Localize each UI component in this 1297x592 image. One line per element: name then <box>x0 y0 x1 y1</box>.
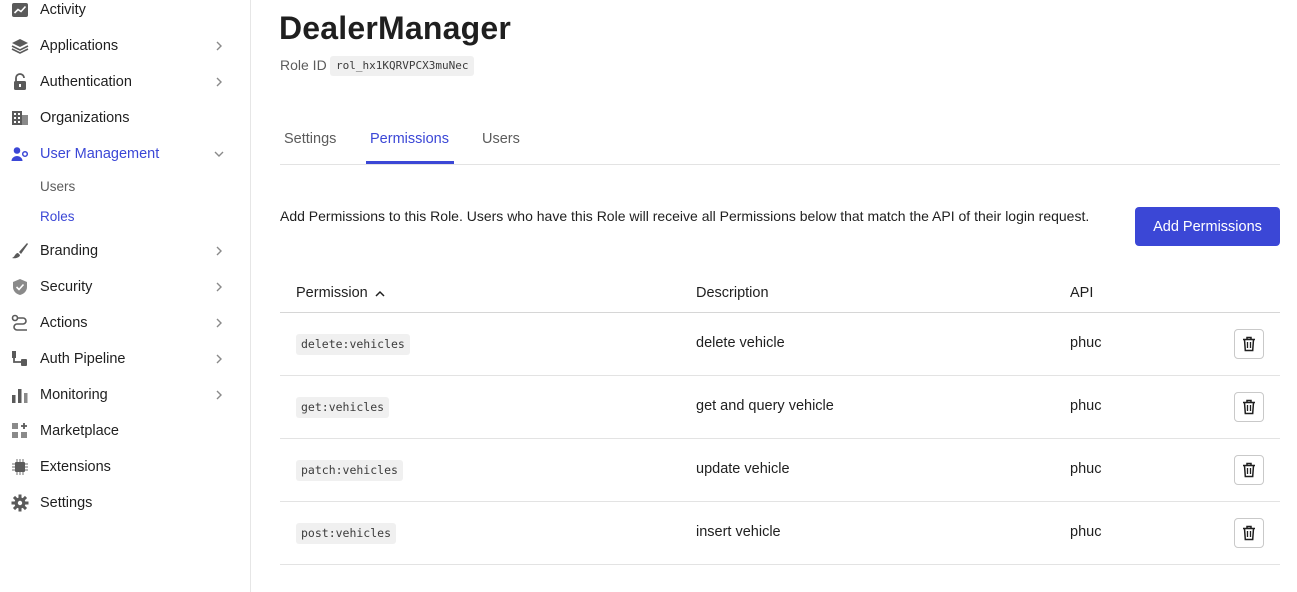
permission-description: delete vehicle <box>696 335 785 351</box>
gear-icon <box>11 494 29 512</box>
chevron-right-icon <box>212 280 226 294</box>
sidebar-item-authentication[interactable]: Authentication <box>0 64 250 100</box>
delete-permission-button[interactable] <box>1234 392 1264 422</box>
sidebar-item-applications[interactable]: Applications <box>0 28 250 64</box>
sidebar-item-activity[interactable]: Activity <box>0 0 250 28</box>
column-header-permission[interactable]: Permission <box>296 285 368 301</box>
chevron-right-icon <box>212 244 226 258</box>
tab-settings[interactable]: Settings <box>284 131 336 147</box>
lock-icon <box>11 73 29 91</box>
sidebar-item-label: Authentication <box>40 74 132 90</box>
sidebar-item-marketplace[interactable]: Marketplace <box>0 413 250 449</box>
sidebar-item-label: User Management <box>40 146 160 162</box>
chip-icon <box>11 458 29 476</box>
brush-icon <box>11 242 29 260</box>
sidebar-item-label: Monitoring <box>40 387 108 403</box>
column-header-description: Description <box>696 285 769 301</box>
sidebar-item-label: Security <box>40 279 93 295</box>
chevron-right-icon <box>212 316 226 330</box>
active-tab-indicator <box>366 161 454 164</box>
sidebar-item-label: Marketplace <box>40 423 119 439</box>
permission-api: phuc <box>1070 461 1102 477</box>
permission-api: phuc <box>1070 398 1102 414</box>
sidebar-item-label: Activity <box>40 2 86 18</box>
column-header-api: API <box>1070 285 1094 301</box>
table-header: Permission Description API <box>280 274 1280 313</box>
chevron-right-icon <box>212 75 226 89</box>
sidebar-item-user-management[interactable]: User Management <box>0 136 250 172</box>
chevron-down-icon <box>212 147 226 161</box>
permission-description: insert vehicle <box>696 524 781 540</box>
permission-name: get:vehicles <box>296 397 390 418</box>
permission-name: delete:vehicles <box>296 334 410 355</box>
sidebar-item-label: Organizations <box>40 110 130 126</box>
tab-users[interactable]: Users <box>482 131 520 147</box>
trash-icon <box>1243 462 1255 478</box>
trash-icon <box>1243 525 1255 541</box>
sidebar-item-organizations[interactable]: Organizations <box>0 100 250 136</box>
activity-icon <box>11 1 29 19</box>
pipeline-icon <box>11 350 29 368</box>
role-id-label: Role ID <box>280 57 327 73</box>
actions-flow-icon <box>11 314 29 332</box>
chevron-right-icon <box>212 388 226 402</box>
add-permissions-button[interactable]: Add Permissions <box>1135 207 1280 246</box>
marketplace-icon <box>11 422 29 440</box>
layers-icon <box>11 37 29 55</box>
delete-permission-button[interactable] <box>1234 329 1264 359</box>
sidebar-item-actions[interactable]: Actions <box>0 305 250 341</box>
sidebar-item-label: Branding <box>40 243 99 259</box>
sidebar-item-label: Auth Pipeline <box>40 351 126 367</box>
sidebar-item-label: Actions <box>40 315 88 331</box>
sidebar: Activity Applications Authentication Org… <box>0 0 251 592</box>
sidebar-subitem-users[interactable]: Users <box>40 179 75 194</box>
sidebar-item-label: Extensions <box>40 459 111 475</box>
permission-description: get and query vehicle <box>696 398 834 414</box>
users-icon <box>11 145 29 163</box>
chevron-right-icon <box>212 352 226 366</box>
page-title: DealerManager <box>279 10 512 46</box>
table-row: patch:vehicles update vehicle phuc <box>280 439 1280 502</box>
permission-name: post:vehicles <box>296 523 397 544</box>
table-row: delete:vehicles delete vehicle phuc <box>280 313 1280 376</box>
tab-bar: Settings Permissions Users <box>280 124 1280 165</box>
permissions-description: Add Permissions to this Role. Users who … <box>280 208 1090 224</box>
permission-description: update vehicle <box>696 461 790 477</box>
delete-permission-button[interactable] <box>1234 518 1264 548</box>
sidebar-subitem-roles[interactable]: Roles <box>40 209 75 224</box>
sort-ascending-icon[interactable] <box>374 287 386 299</box>
table-row: get:vehicles get and query vehicle phuc <box>280 376 1280 439</box>
delete-permission-button[interactable] <box>1234 455 1264 485</box>
sidebar-item-label: Applications <box>40 38 119 54</box>
role-id-value[interactable]: rol_hx1KQRVPCX3muNec <box>330 56 475 76</box>
sidebar-item-label: Settings <box>40 495 93 511</box>
building-icon <box>11 109 29 127</box>
sidebar-item-settings[interactable]: Settings <box>0 485 250 521</box>
trash-icon <box>1243 399 1255 415</box>
table-row: post:vehicles insert vehicle phuc <box>280 502 1280 565</box>
sidebar-item-extensions[interactable]: Extensions <box>0 449 250 485</box>
sidebar-item-security[interactable]: Security <box>0 269 250 305</box>
permission-api: phuc <box>1070 335 1102 351</box>
sidebar-item-monitoring[interactable]: Monitoring <box>0 377 250 413</box>
chevron-right-icon <box>212 39 226 53</box>
permission-name: patch:vehicles <box>296 460 403 481</box>
sidebar-item-auth-pipeline[interactable]: Auth Pipeline <box>0 341 250 377</box>
permission-api: phuc <box>1070 524 1102 540</box>
bar-chart-icon <box>11 386 29 404</box>
shield-icon <box>11 278 29 296</box>
tab-permissions[interactable]: Permissions <box>370 131 449 147</box>
trash-icon <box>1243 336 1255 352</box>
sidebar-item-branding[interactable]: Branding <box>0 233 250 269</box>
